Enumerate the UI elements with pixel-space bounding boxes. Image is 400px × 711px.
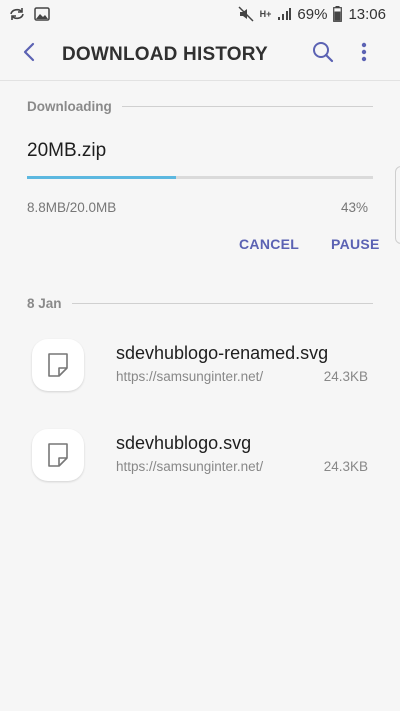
cancel-button[interactable]: CANCEL (239, 236, 299, 252)
search-icon (312, 41, 334, 68)
downloading-section-header: Downloading (27, 97, 373, 115)
download-size: 8.8MB/20.0MB (27, 200, 117, 215)
pause-button[interactable]: PAUSE (331, 236, 380, 252)
download-progress-bar (27, 176, 373, 179)
status-right-icons: H+ 69% 13:06 (238, 4, 386, 24)
file-icon (32, 339, 84, 391)
file-icon (32, 429, 84, 481)
downloading-section-label: Downloading (27, 98, 112, 114)
network-type: H+ (259, 9, 272, 19)
back-arrow-icon (23, 42, 35, 67)
search-button[interactable] (310, 41, 336, 67)
download-progress-fill (27, 176, 176, 179)
file-url: https://samsunginter.net/ (116, 459, 264, 474)
list-item[interactable]: sdevhublogo.svg https://samsunginter.net… (0, 429, 400, 509)
clock: 13:06 (348, 5, 386, 23)
battery-percent: 69% (297, 5, 328, 23)
more-vert-icon (361, 42, 367, 67)
mute-icon (238, 6, 254, 22)
status-bar: H+ 69% 13:06 (0, 0, 400, 28)
edge-panel-handle[interactable] (395, 166, 400, 244)
file-url: https://samsunginter.net/ (116, 369, 264, 384)
file-name: sdevhublogo-renamed.svg (116, 343, 329, 363)
sync-icon (8, 7, 26, 21)
back-button[interactable] (16, 40, 42, 68)
list-item[interactable]: sdevhublogo-renamed.svg https://samsungi… (0, 339, 400, 419)
file-size: 24.3KB (323, 459, 368, 474)
section-divider (71, 302, 373, 304)
download-filename: 20MB.zip (27, 140, 107, 161)
battery-icon (333, 6, 343, 22)
file-size: 24.3KB (323, 369, 368, 384)
status-left-icons (8, 6, 50, 22)
history-section-header: 8 Jan (27, 294, 373, 312)
history-date-label: 8 Jan (27, 295, 62, 311)
section-divider (121, 105, 373, 107)
page-title: DOWNLOAD HISTORY (62, 44, 268, 65)
app-bar: DOWNLOAD HISTORY (0, 28, 400, 81)
gallery-icon (34, 7, 50, 21)
file-name: sdevhublogo.svg (116, 433, 252, 453)
more-options-button[interactable] (354, 41, 374, 67)
signal-icon (277, 7, 292, 21)
download-percent: 43% (340, 200, 368, 215)
